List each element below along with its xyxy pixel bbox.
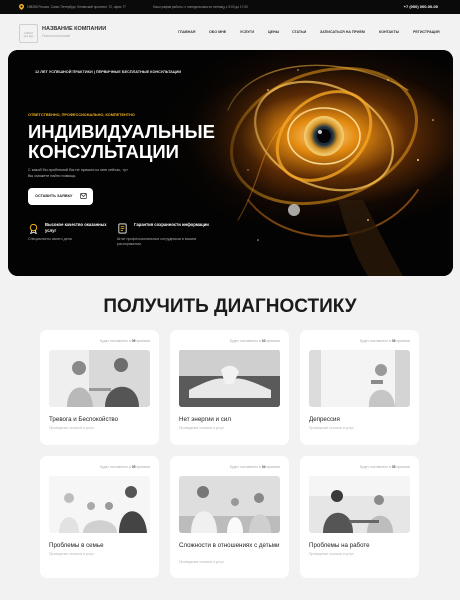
count-value: 05 [391,465,396,469]
service-card[interactable]: Будет поставлено в 04 приемов Сложности … [170,456,289,578]
hero-tagline: ОТВЕТСТВЕННО, ПРОФЕССИОНАЛЬНО, КОМПЕТЕНТ… [28,113,135,117]
count-value: 05 [391,339,396,343]
working-hours-text: Наш график работы: с понедельника по пят… [153,5,248,9]
company-name: НАЗВАНИЕ КОМПАНИИ [42,26,107,32]
logo-subtext: your logo [23,35,34,38]
card-photo [49,350,150,407]
card-photo [309,350,410,407]
count-suffix: приемов [396,465,410,469]
feature-privacy-title: Гарантия сохранности информации [134,222,209,227]
experience-text: 12 ЛЕТ УСПЕШНОЙ ПРАКТИКИ | ПЕРВИЧНЫЕ БЕС… [35,70,182,74]
service-card[interactable]: Будет поставлено в 05 приемов Проблемы в… [40,456,159,578]
nav-item-contacts[interactable]: КОНТАКТЫ [379,30,399,34]
sessions-count: Будет поставлено в 03 приемов [230,339,280,343]
phone-link[interactable]: +7 (000) 000-00-00 [404,4,438,9]
count-prefix: Будет поставлено в [99,339,131,343]
hero-title-line-2: КОНСУЛЬТАЦИИ [28,141,179,162]
card-title: Тревога и Беспокойство [49,416,119,423]
nav-item-home[interactable]: ГЛАВНАЯ [178,30,195,34]
cosmic-eye-illustration [8,50,453,276]
sessions-count: Будет поставлено в 05 приемов [360,465,410,469]
card-photo [179,350,280,407]
count-suffix: приемов [266,465,280,469]
feature-privacy-desc: Штат профессиональных сотрудников в ваше… [117,237,197,246]
card-subtitle: Проведение сеансов и услуг [179,560,225,564]
hero-title-line-1: ИНДИВИДУАЛЬНЫЕ [28,121,215,142]
top-bar: 198265 Россия, Санкт-Петербург, Ленински… [0,0,460,14]
count-suffix: приемов [266,339,280,343]
hero-description: С какой бы проблемой Вы не пришли ко мне… [28,168,128,178]
location-pin-icon [19,4,24,10]
count-suffix: приемов [396,339,410,343]
sessions-count: Будет поставлено в 05 приемов [100,465,150,469]
card-subtitle: Проведение сеансов и услуг [49,552,95,556]
nav-item-appointment[interactable]: ЗАПИСАТЬСЯ НА ПРИЕМ [320,30,365,34]
envelope-icon [80,193,87,199]
nav-item-articles[interactable]: СТАТЬИ [292,30,306,34]
company-subtitle: Психологический [42,34,71,38]
count-suffix: приемов [136,339,150,343]
nav-item-registration[interactable]: РЕГИСТРАЦИЯ [413,30,440,34]
hero-title: ИНДИВИДУАЛЬНЫЕ КОНСУЛЬТАЦИИ [28,122,215,162]
site-header: LOGO your logo НАЗВАНИЕ КОМПАНИИ Психоло… [0,14,460,50]
section-title: ПОЛУЧИТЬ ДИАГНОСТИКУ [103,296,357,317]
card-photo [309,476,410,533]
service-card[interactable]: Будет поставлено в 05 приемов Проблемы н… [300,456,419,578]
nav-item-prices[interactable]: ЦЕНЫ [268,30,279,34]
card-subtitle: Проведение сеансов и услуг [49,426,95,430]
leave-request-label: ОСТАВИТЬ ЗАЯВКУ [35,194,73,198]
count-value: 05 [131,465,136,469]
card-title: Нет энергии и сил [179,416,231,423]
leave-request-button[interactable]: ОСТАВИТЬ ЗАЯВКУ [28,188,93,205]
count-prefix: Будет поставлено в [359,465,391,469]
card-subtitle: Проведение сеансов и услуг [309,426,355,430]
count-value: 04 [261,465,266,469]
hero-banner: 12 ЛЕТ УСПЕШНОЙ ПРАКТИКИ | ПЕРВИЧНЫЕ БЕС… [8,50,453,276]
service-card[interactable]: Будет поставлено в 05 приемов Тревога и … [40,330,159,445]
card-title: Депрессия [309,416,340,423]
sessions-count: Будет поставлено в 05 приемов [360,339,410,343]
nav-item-about[interactable]: ОБО МНЕ [209,30,226,34]
feature-quality-title: Высокое качество оказанных услуг [45,222,107,233]
logo[interactable]: LOGO your logo [19,24,38,43]
nav-item-services[interactable]: УСЛУГИ [240,30,254,34]
count-suffix: приемов [136,465,150,469]
card-title: Сложности в отношениях с детьми [179,542,280,549]
medal-icon [29,223,38,234]
card-subtitle: Проведение сеансов и услуг [309,552,355,556]
feature-quality-desc: Специалисты своего дела [28,237,72,241]
service-card[interactable]: Будет поставлено в 03 приемов Нет энерги… [170,330,289,445]
address-text: 198265 Россия, Санкт-Петербург, Ленински… [27,5,126,9]
count-value: 03 [261,339,266,343]
card-title: Проблемы на работе [309,542,370,549]
card-photo [49,476,150,533]
count-prefix: Будет поставлено в [99,465,131,469]
count-prefix: Будет поставлено в [229,339,261,343]
count-prefix: Будет поставлено в [229,465,261,469]
document-icon [118,223,127,234]
card-subtitle: Проведение сеансов и услуг [179,426,225,430]
card-title: Проблемы в семье [49,542,104,549]
service-card[interactable]: Будет поставлено в 05 приемов Депрессия … [300,330,419,445]
count-value: 05 [131,339,136,343]
sessions-count: Будет поставлено в 05 приемов [100,339,150,343]
sessions-count: Будет поставлено в 04 приемов [230,465,280,469]
card-photo [179,476,280,533]
count-prefix: Будет поставлено в [359,339,391,343]
